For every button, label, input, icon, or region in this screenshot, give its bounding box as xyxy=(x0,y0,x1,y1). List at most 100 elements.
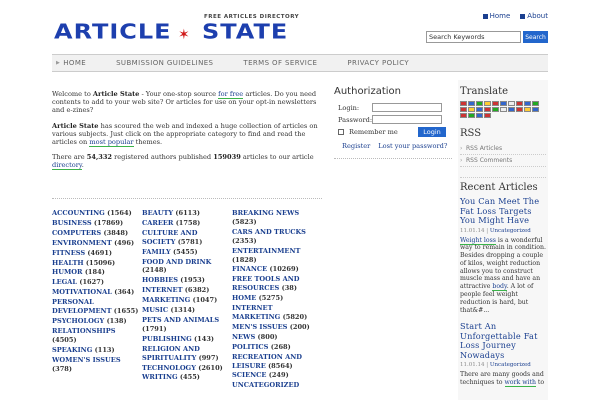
language-flag-icon[interactable] xyxy=(516,107,523,112)
search-input[interactable] xyxy=(426,31,521,43)
category-link[interactable]: RELATIONSHIPS (4505) xyxy=(52,327,142,345)
category-count: (17869) xyxy=(93,218,124,227)
remember-checkbox[interactable] xyxy=(338,129,344,135)
language-flag-icon[interactable] xyxy=(500,107,507,112)
language-flag-icon[interactable] xyxy=(500,101,507,106)
category-link[interactable]: BUSINESS (17869) xyxy=(52,219,142,228)
category-link[interactable]: NEWS (800) xyxy=(232,333,322,342)
directory-link[interactable]: directory xyxy=(52,161,82,171)
language-flag-icon[interactable] xyxy=(492,101,499,106)
category-link[interactable]: FREE TOOLS AND RESOURCES (38) xyxy=(232,275,322,293)
category-link[interactable]: ENTERTAINMENT (1828) xyxy=(232,247,322,265)
category-link[interactable]: BREAKING NEWS (5823) xyxy=(232,209,322,227)
category-link[interactable]: MUSIC (1314) xyxy=(142,306,232,315)
language-flag-icon[interactable] xyxy=(484,113,491,118)
category-link[interactable]: SPEAKING (113) xyxy=(52,346,142,355)
category-link[interactable]: CARS AND TRUCKS (2353) xyxy=(232,228,322,246)
category-name: HOBBIES xyxy=(142,276,178,285)
category-link[interactable]: CULTURE AND SOCIETY (5781) xyxy=(142,229,232,247)
lost-password-link[interactable]: Lost your password? xyxy=(378,142,447,150)
category-link[interactable]: RELIGION AND SPIRITUALITY (997) xyxy=(142,345,232,363)
category-link[interactable]: PETS AND ANIMALS (1791) xyxy=(142,316,232,334)
category-link[interactable]: LEGAL (1627) xyxy=(52,278,142,287)
recent-article-meta: 11.01.14 | Uncategorized xyxy=(460,362,531,369)
category-link[interactable]: POLITICS (268) xyxy=(232,343,322,352)
search-button[interactable]: Search xyxy=(523,31,548,43)
article-category-link[interactable]: Uncategorized xyxy=(490,228,531,234)
category-count: (3848) xyxy=(103,228,129,237)
category-link[interactable]: COMPUTERS (3848) xyxy=(52,229,142,238)
category-link[interactable]: ACCOUNTING (1564) xyxy=(52,209,142,218)
category-link[interactable]: INTERNET MARKETING (5820) xyxy=(232,304,322,322)
site-logo[interactable]: FREE ARTICLES DIRECTORY ARTICLE ✶ STATE xyxy=(54,14,304,46)
language-flag-icon[interactable] xyxy=(524,101,531,106)
register-link[interactable]: Register xyxy=(342,142,370,150)
top-link-about[interactable]: About xyxy=(520,12,548,20)
language-flag-icon[interactable] xyxy=(484,101,491,106)
excerpt-link[interactable]: work with xyxy=(504,379,536,388)
category-link[interactable]: HEALTH (15096) xyxy=(52,259,142,268)
category-link[interactable]: WRITING (455) xyxy=(142,373,232,382)
nav-submission-guidelines[interactable]: SUBMISSION GUIDELINES xyxy=(116,59,213,67)
login-input[interactable] xyxy=(372,103,442,112)
category-link[interactable]: MOTIVATIONAL (364) xyxy=(52,288,142,297)
language-flag-icon[interactable] xyxy=(476,101,483,106)
recent-article-title[interactable]: You Can Meet The Fat Loss Targets You Mi… xyxy=(460,196,546,226)
language-flag-icon[interactable] xyxy=(532,107,539,112)
category-link[interactable]: HOBBIES (1953) xyxy=(142,276,232,285)
category-link[interactable]: PUBLISHING (143) xyxy=(142,335,232,344)
recent-article-title[interactable]: Start An Unforgettable Fat Loss Journey … xyxy=(460,322,546,360)
category-link[interactable]: SCIENCE (249) xyxy=(232,371,322,380)
language-flag-icon[interactable] xyxy=(460,101,467,106)
category-link[interactable]: HUMOR (184) xyxy=(52,268,142,277)
category-link[interactable]: ENVIRONMENT (496) xyxy=(52,239,142,248)
excerpt-link[interactable]: Weight loss xyxy=(460,236,496,245)
category-name: CAREER xyxy=(142,218,174,227)
password-input[interactable] xyxy=(372,115,442,124)
language-flag-icon[interactable] xyxy=(460,107,467,112)
category-link[interactable]: INTERNET (6382) xyxy=(142,286,232,295)
language-flag-icon[interactable] xyxy=(476,113,483,118)
category-name: ENVIRONMENT xyxy=(52,238,112,247)
nav-home[interactable]: ▶ HOME xyxy=(56,59,86,67)
most-popular-link[interactable]: most popular xyxy=(89,138,134,148)
rss-articles-link[interactable]: RSS Articles xyxy=(460,143,546,155)
nav-privacy-policy[interactable]: PRIVACY POLICY xyxy=(347,59,409,67)
language-flag-icon[interactable] xyxy=(516,101,523,106)
excerpt-link[interactable]: body xyxy=(492,283,507,292)
category-link[interactable]: UNCATEGORIZED xyxy=(232,381,322,390)
category-link[interactable]: TECHNOLOGY (2610) xyxy=(142,364,232,373)
category-name: SPEAKING xyxy=(52,345,93,354)
language-flag-icon[interactable] xyxy=(468,107,475,112)
language-flag-icon[interactable] xyxy=(508,101,515,106)
language-flag-icon[interactable] xyxy=(524,107,531,112)
nav-terms-of-service[interactable]: TERMS OF SERVICE xyxy=(243,59,317,67)
language-flag-icon[interactable] xyxy=(468,113,475,118)
category-link[interactable]: WOMEN'S ISSUES (378) xyxy=(52,356,142,374)
top-link-home[interactable]: Home xyxy=(482,12,510,20)
category-link[interactable]: PERSONAL DEVELOPMENT (1655) xyxy=(52,298,142,316)
category-link[interactable]: RECREATION AND LEISURE (8564) xyxy=(232,353,322,371)
category-link[interactable]: MEN'S ISSUES (200) xyxy=(232,323,322,332)
language-flag-icon[interactable] xyxy=(476,107,483,112)
category-link[interactable]: FITNESS (4691) xyxy=(52,249,142,258)
category-link[interactable]: MARKETING (1047) xyxy=(142,296,232,305)
rss-comments-link[interactable]: RSS Comments xyxy=(460,155,546,167)
category-link[interactable]: FOOD AND DRINK (2148) xyxy=(142,258,232,276)
article-category-link[interactable]: Uncategorized xyxy=(490,362,531,368)
language-flag-icon[interactable] xyxy=(508,107,515,112)
category-link[interactable]: HOME (5275) xyxy=(232,294,322,303)
category-name: MEN'S ISSUES xyxy=(232,322,288,331)
language-flag-icon[interactable] xyxy=(460,113,467,118)
category-link[interactable]: CAREER (1758) xyxy=(142,219,232,228)
login-button[interactable]: Login xyxy=(418,127,446,137)
category-link[interactable]: FINANCE (10269) xyxy=(232,265,322,274)
category-link[interactable]: BEAUTY (6113) xyxy=(142,209,232,218)
category-link[interactable]: FAMILY (5455) xyxy=(142,248,232,257)
category-link[interactable]: PSYCHOLOGY (138) xyxy=(52,317,142,326)
language-flag-icon[interactable] xyxy=(492,107,499,112)
language-flag-icon[interactable] xyxy=(484,107,491,112)
language-flag-icon[interactable] xyxy=(468,101,475,106)
excerpt-text: is a wonderful way to remain in conditio… xyxy=(460,236,546,291)
language-flag-icon[interactable] xyxy=(532,101,539,106)
